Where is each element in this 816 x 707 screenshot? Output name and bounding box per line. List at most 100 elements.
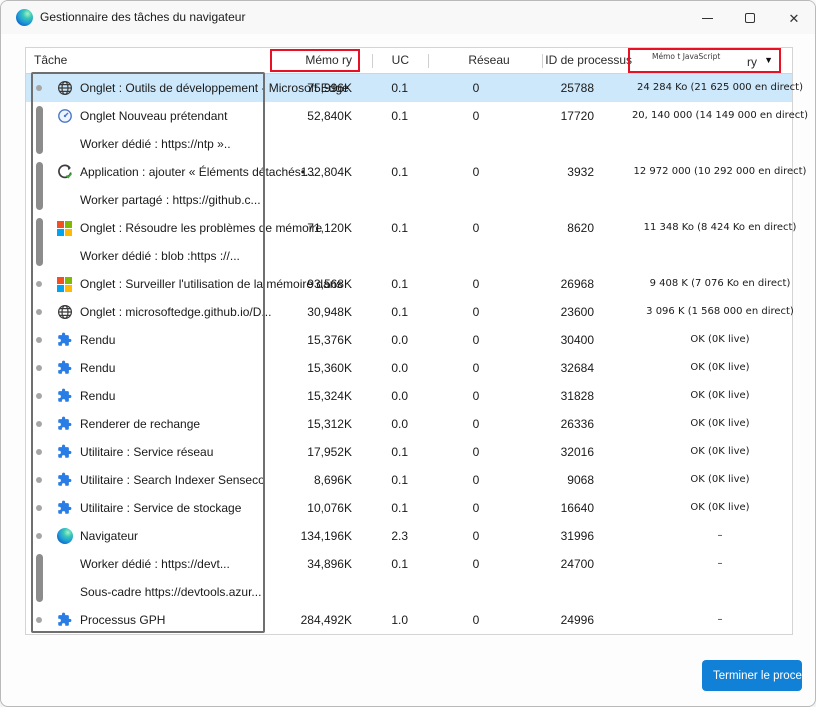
table-row[interactable]: Onglet : Outils de développement - Micro… (26, 74, 803, 102)
network-cell: 0 (472, 389, 480, 403)
table-row[interactable]: Utilitaire : Search Indexer Senseco 8,69… (26, 466, 792, 494)
bullet-icon (36, 421, 42, 427)
column-header-cpu[interactable]: UC (369, 48, 409, 73)
bullet-icon (36, 617, 42, 623)
bullet-icon (36, 393, 42, 399)
task-cell: Worker dédié : https://ntp ».. (80, 137, 231, 151)
column-header-pid[interactable]: ID de processus (526, 48, 632, 73)
table-row[interactable]: Processus GPH 284,492K 1.0 0 24996 – (26, 606, 792, 634)
pid-cell: 31828 (560, 389, 594, 403)
cpu-cell: 0.1 (391, 109, 408, 123)
pid-cell: 23600 (560, 305, 594, 319)
globe-icon (57, 304, 73, 320)
network-cell: 0 (472, 305, 480, 319)
memory-cell: 284,492K (300, 613, 352, 627)
memory-cell: 30,948K (307, 305, 352, 319)
gauge-icon (57, 108, 73, 124)
network-cell: 0 (472, 501, 480, 515)
bullet-icon (36, 309, 42, 315)
table-row[interactable]: Utilitaire : Service de stockage 10,076K… (26, 494, 792, 522)
table-row[interactable]: Rendu 15,324K 0.0 0 31828 OK (0K live) (26, 382, 792, 410)
task-cell: Utilitaire : Service de stockage (80, 501, 242, 515)
table-row[interactable]: Worker partagé : https://github.c... (26, 186, 792, 214)
maximize-button[interactable] (737, 5, 763, 31)
memory-cell: 17,952K (307, 445, 352, 459)
task-cell: Rendu (80, 333, 116, 347)
column-header-js-memory-suffix[interactable]: ry (747, 55, 757, 69)
pid-cell: 9068 (567, 473, 594, 487)
memory-cell: 15,324K (307, 389, 352, 403)
column-header-memory[interactable]: Mémo ry (305, 52, 352, 69)
js-memory-cell: 9 408 K (7 076 Ko en direct) (649, 278, 791, 289)
end-process-button[interactable]: Terminer le processus (702, 660, 802, 691)
column-header-js-memory[interactable]: Mémo t JavaScript (652, 52, 720, 61)
table-row[interactable]: Sous-cadre https://devtools.azur... (26, 578, 792, 606)
memory-cell: 134,196K (300, 529, 352, 543)
task-cell: Worker partagé : https://github.c... (80, 193, 261, 207)
pid-cell: 25788 (560, 81, 594, 95)
js-memory-cell: 11 348 Ko (8 424 Ko en direct) (643, 222, 797, 233)
task-cell: Sous-cadre https://devtools.azur... (80, 585, 262, 599)
js-memory-cell: 3 096 K (1 568 000 en direct) (646, 306, 794, 317)
table-row[interactable]: Renderer de rechange 15,312K 0.0 0 26336… (26, 410, 792, 438)
edge-logo-icon (16, 9, 33, 26)
network-cell: 0 (472, 277, 480, 291)
puzzle-icon (57, 500, 73, 516)
bullet-icon (36, 281, 42, 287)
pid-cell: 32684 (560, 361, 594, 375)
js-memory-cell: OK (0K live) (690, 502, 750, 513)
memory-cell: 34,896K (307, 557, 352, 571)
cpu-cell: 0.1 (391, 557, 408, 571)
ms-logo-icon (57, 220, 73, 236)
table-row[interactable]: Onglet : Surveiller l'utilisation de la … (26, 270, 792, 298)
table-row[interactable]: Onglet Nouveau prétendant 52,840K 0.1 0 … (26, 102, 808, 130)
table-row[interactable]: Navigateur 134,196K 2.3 0 31996 – (26, 522, 792, 550)
network-cell: 0 (472, 221, 480, 235)
browser-task-manager-window: Gestionnaire des tâches du navigateur ✕ … (0, 0, 816, 707)
column-header-task[interactable]: Tâche (34, 48, 67, 73)
memory-cell: 52,840K (307, 109, 352, 123)
puzzle-icon (57, 416, 73, 432)
cpu-cell: 2.3 (391, 529, 408, 543)
js-memory-cell: – (717, 530, 723, 541)
title-bar: Gestionnaire des tâches du navigateur ✕ (1, 1, 815, 34)
table-row[interactable]: Utilitaire : Service réseau 17,952K 0.1 … (26, 438, 792, 466)
bullet-icon (36, 365, 42, 371)
memory-cell: 8,696K (313, 473, 352, 487)
puzzle-icon (57, 472, 73, 488)
js-memory-cell: 20, 140 000 (14 149 000 en direct) (631, 110, 809, 121)
task-cell: Processus GPH (80, 613, 166, 627)
ms-logo-icon (57, 276, 73, 292)
close-button[interactable]: ✕ (781, 5, 807, 31)
js-memory-cell: 24 284 Ko (21 625 000 en direct) (636, 82, 804, 93)
network-cell: 0 (472, 333, 480, 347)
network-cell: 0 (472, 81, 480, 95)
cpu-cell: 0.0 (391, 417, 408, 431)
bullet-icon (36, 85, 42, 91)
pid-cell: 31996 (560, 529, 594, 543)
table-row[interactable]: Worker dédié : blob :https ://... (26, 242, 792, 270)
column-header-network[interactable]: Réseau (459, 48, 519, 73)
minimize-button[interactable] (694, 5, 720, 31)
bullet-icon (36, 505, 42, 511)
bullet-icon (36, 477, 42, 483)
bullet-icon (36, 449, 42, 455)
cpu-cell: 0.1 (391, 445, 408, 459)
sort-descending-icon: ▼ (764, 55, 773, 65)
cpu-cell: 0.1 (391, 473, 408, 487)
table-row[interactable]: Worker dédié : https://devt... 34,896K 0… (26, 550, 792, 578)
cpu-cell: 1.0 (391, 613, 408, 627)
table-row[interactable]: Onglet : Résoudre les problèmes de mémoi… (26, 214, 796, 242)
table-row[interactable]: Rendu 15,360K 0.0 0 32684 OK (0K live) (26, 354, 792, 382)
network-cell: 0 (472, 613, 480, 627)
table-row[interactable]: Application : ajouter « Éléments détaché… (26, 158, 806, 186)
network-cell: 0 (472, 417, 480, 431)
table-row[interactable]: Onglet : microsoftedge.github.io/D... 30… (26, 298, 794, 326)
table-row[interactable]: Rendu 15,376K 0.0 0 30400 OK (0K live) (26, 326, 792, 354)
table-row[interactable]: Worker dédié : https://ntp ».. (26, 130, 792, 158)
js-memory-cell: OK (0K live) (690, 334, 750, 345)
puzzle-icon (57, 360, 73, 376)
task-cell: Worker dédié : https://devt... (80, 557, 230, 571)
js-memory-cell: – (717, 558, 723, 569)
pid-cell: 32016 (560, 445, 594, 459)
